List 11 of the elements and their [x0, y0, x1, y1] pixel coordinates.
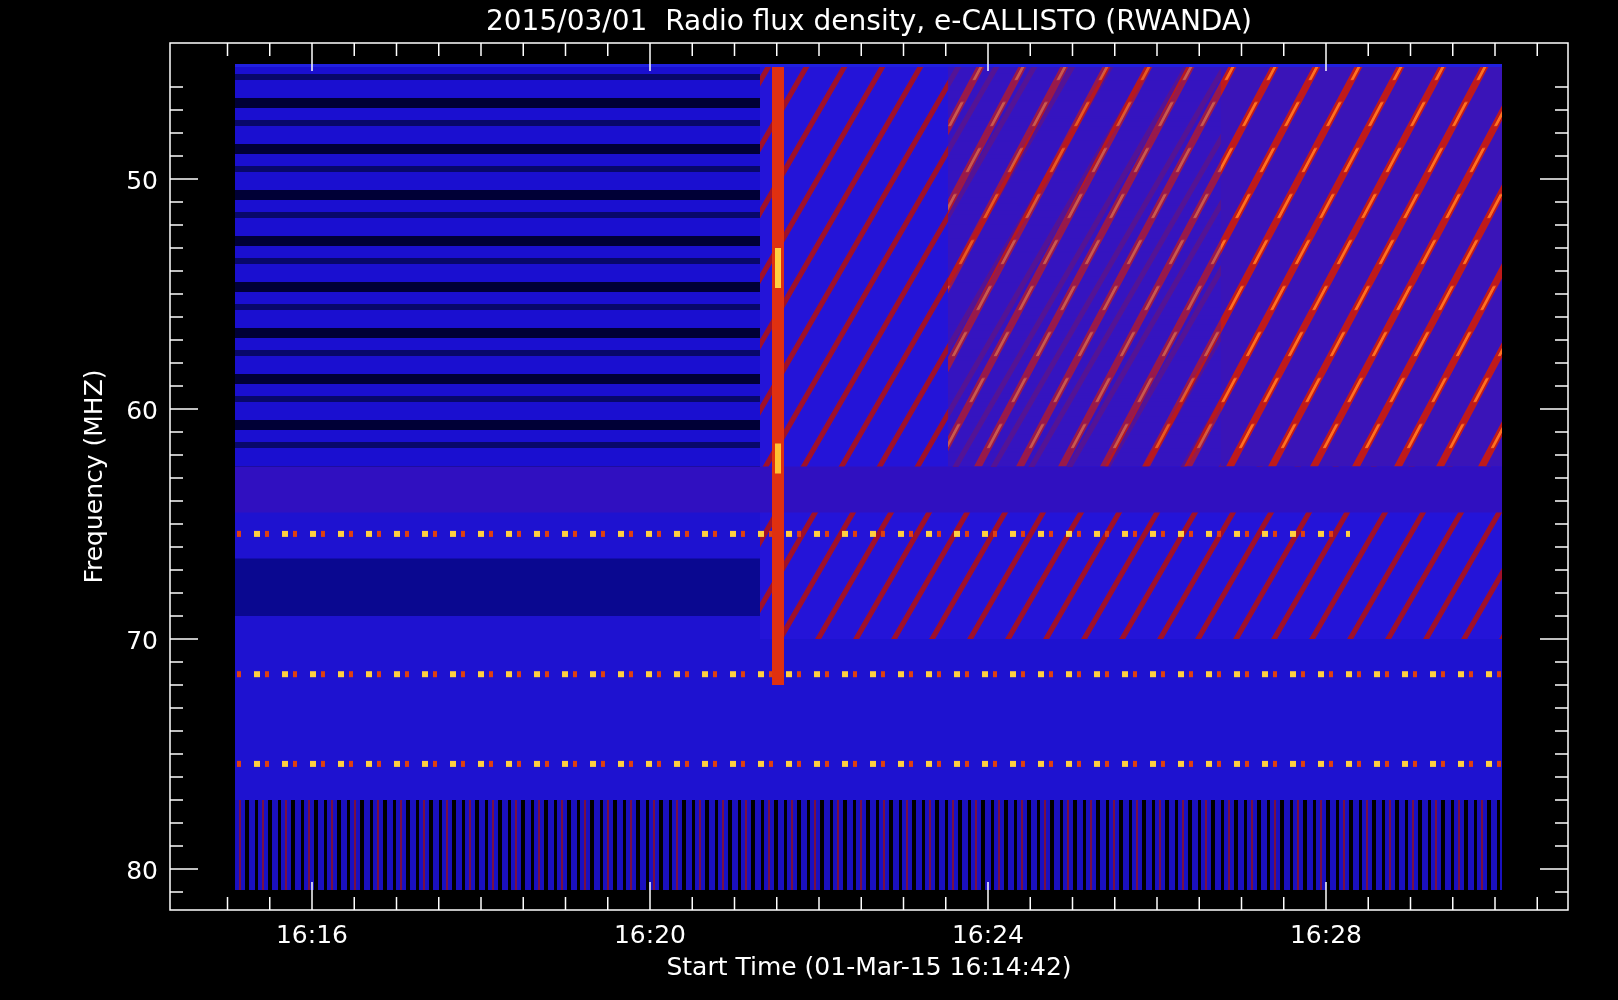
y-tick-label: 60 [126, 396, 158, 425]
x-tick-label: 16:24 [952, 920, 1024, 949]
x-tick-label: 16:20 [614, 920, 686, 949]
x-tick-label: 16:16 [276, 920, 348, 949]
y-tick-label: 70 [126, 626, 158, 655]
x-tick-label: 16:28 [1290, 920, 1362, 949]
y-tick-label: 80 [126, 856, 158, 885]
chart-title: 2015/03/01 Radio flux density, e-CALLISTO (RWANDA) [486, 4, 1252, 37]
x-axis-title: Start Time (01-Mar-15 16:14:42) [666, 952, 1072, 981]
y-axis-title: Frequency (MHZ) [79, 369, 108, 584]
y-tick-label: 50 [126, 166, 158, 195]
